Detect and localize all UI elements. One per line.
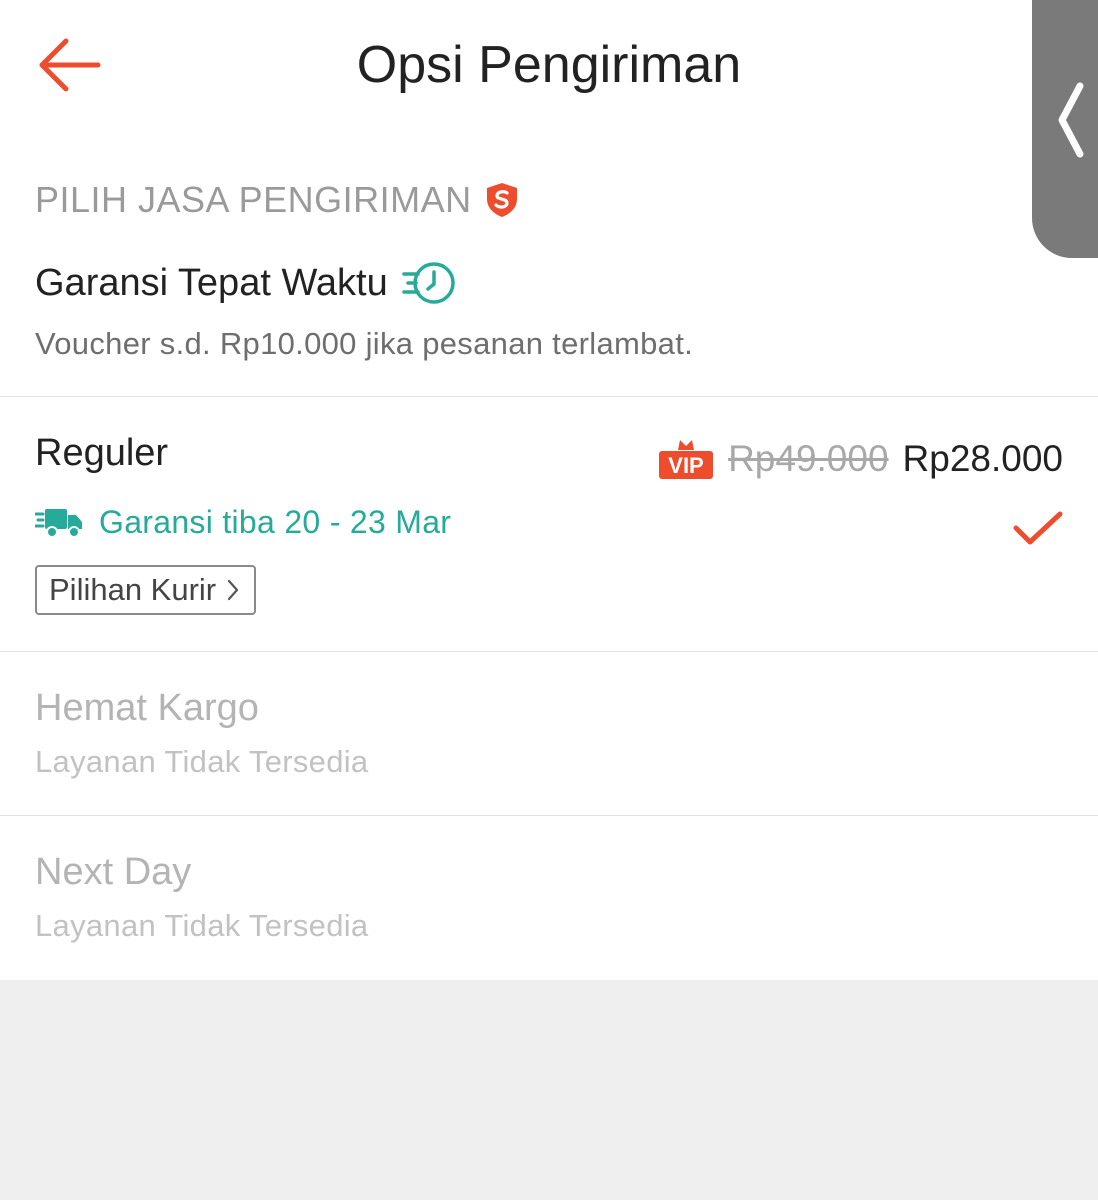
- page-title: Opsi Pengiriman: [356, 36, 742, 94]
- checkmark-icon: [1013, 511, 1063, 545]
- option-name: Reguler: [35, 432, 169, 474]
- option-status: Layanan Tidak Tersedia: [35, 744, 369, 779]
- guarantee-description: Voucher s.d. Rp10.000 jika pesanan terla…: [35, 326, 694, 361]
- courier-options-button[interactable]: Pilihan Kurir: [35, 565, 257, 615]
- discounted-price: Rp28.000: [902, 438, 1063, 479]
- section-heading-text: PILIH JASA PENGIRIMAN: [35, 179, 472, 220]
- option-status: Layanan Tidak Tersedia: [35, 908, 369, 943]
- courier-options-label: Pilihan Kurir: [49, 572, 217, 607]
- chevron-right-icon: [228, 579, 239, 601]
- vip-badge: VIP: [659, 440, 714, 479]
- divider: [0, 396, 1098, 397]
- fast-clock-icon: [401, 262, 455, 304]
- section-heading: PILIH JASA PENGIRIMAN: [35, 178, 520, 222]
- eta-row: Garansi tiba 20 - 23 Mar: [35, 500, 451, 544]
- eta-text: Garansi tiba 20 - 23 Mar: [99, 503, 452, 540]
- divider: [0, 815, 1098, 816]
- delivery-truck-icon: [35, 509, 82, 538]
- guarantee-title: Garansi Tepat Waktu: [35, 260, 458, 306]
- price-row: VIP Rp49.000 Rp28.000: [658, 434, 1063, 484]
- divider: [0, 651, 1098, 652]
- guarantee-title-text: Garansi Tepat Waktu: [35, 262, 388, 304]
- original-price: Rp49.000: [728, 438, 889, 479]
- side-panel-handle[interactable]: [1032, 0, 1098, 258]
- chevron-left-icon: [1058, 82, 1084, 158]
- svg-text:VIP: VIP: [668, 453, 703, 478]
- shipping-options-screen: Opsi Pengiriman PILIH JASA PENGIRIMAN Ga…: [0, 0, 1098, 1200]
- option-name: Next Day: [35, 851, 192, 893]
- option-name: Hemat Kargo: [35, 687, 259, 729]
- header: Opsi Pengiriman: [0, 0, 1098, 135]
- shield-s-icon: [486, 183, 517, 217]
- content-panel: [0, 0, 1098, 980]
